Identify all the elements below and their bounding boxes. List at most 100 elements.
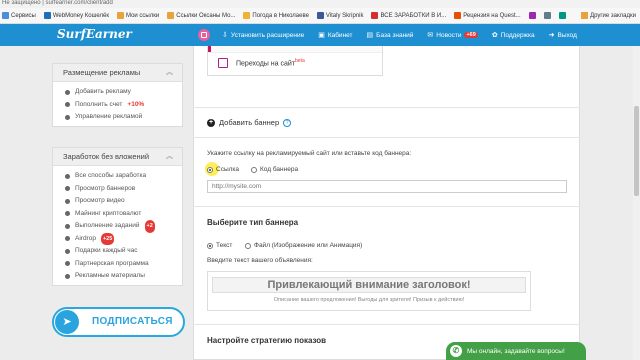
sidebar-item-add-ad[interactable]: Добавить рекламу [65,86,182,99]
banner-type-title: Выберите тип баннера [207,218,299,227]
main-content-panel [193,46,580,360]
nav-logout[interactable]: ➜ Выход [548,31,577,40]
book-icon: ▤ [366,32,374,39]
page-scrollbar[interactable] [633,46,640,360]
banner-preview: Привлекающий внимание заголовок! Описани… [207,271,531,311]
subscribe-label: ПОДПИСАТЬСЯ [92,316,173,327]
main-nav: ⇩ Установить расширение ▣ Кабинет ▤ База зн… [222,24,577,46]
radio-type-text[interactable]: Текст [207,242,232,249]
sidebar-item-video[interactable]: Просмотр видео [65,195,182,208]
news-count-badge: +69 [464,32,478,38]
lifebuoy-icon: ✿ [491,32,498,39]
radio-selected-icon [207,166,213,173]
radio-selected-icon [207,242,213,249]
strategy-title: Настройте стратегию показов [207,336,327,345]
divider [193,206,580,207]
collapse-chevron-icon[interactable]: ︽ [166,64,173,81]
folder-icon [117,12,125,19]
live-chat-button[interactable]: ✆ Мы онлайн, задавайте вопросы! [446,342,586,360]
weather-icon [243,12,251,19]
help-icon[interactable]: ? [283,118,292,127]
apps-icon [2,12,9,19]
bookmark-apps[interactable]: Сервисы [0,12,38,19]
parachute-icon [65,236,70,242]
sidebar-item-tasks[interactable]: Выполнение заданий +2 [65,220,182,233]
bookmark-webmoney[interactable]: WebMoney Кошелёк [42,12,111,19]
folder-icon [581,12,589,19]
ad-text-prompt: Введите текст вашего объявления: [207,257,313,264]
sidebar-item-mining[interactable]: Майнинг криптовалют [65,208,182,221]
site-header: SurfEarner ⇩ Установить расширение ▣ Кабин… [0,24,640,46]
sidebar-ads-header[interactable]: Размещение рекламы ︽ [53,64,182,82]
sidebar-item-airdrop[interactable]: Airdrop +25 [65,232,182,245]
list-icon [65,173,70,179]
divider [193,107,580,108]
site-icon [454,12,462,19]
divider [193,324,580,325]
eye-icon [65,186,70,192]
radio-type-file[interactable]: Файл (Изображение или Анимация) [245,242,362,249]
tasks-icon [65,223,70,229]
bookmark-oksana-links[interactable]: Ссылки Оксаны Мо... [165,12,237,19]
radio-banner-code[interactable]: Код баннера [251,166,298,173]
airdrop-count-badge: +25 [100,232,115,245]
site-icon [558,12,566,19]
play-icon [65,198,70,204]
radio-unselected-icon [245,242,251,249]
nav-cabinet[interactable]: ▣ Кабинет [318,31,352,40]
bonus-badge: +10% [127,100,145,108]
tasks-count-badge: +2 [144,220,155,233]
bookmark-all-earnings[interactable]: ВСЕ ЗАРАБОТКИ В И... [369,12,448,19]
logout-icon: ➜ [548,32,555,39]
webmoney-icon [43,12,51,19]
divider [193,137,580,138]
nav-news[interactable]: ✉ Новости +69 [427,31,478,39]
pickaxe-icon [65,211,70,217]
envelope-icon: ✉ [427,32,434,39]
menu-item-site-visits[interactable]: Переходы на сайтbeta [218,58,305,68]
gift-icon[interactable] [198,29,210,41]
sidebar-earn-panel: Заработок без вложений ︽ Все способы зара… [52,147,183,286]
scrollbar-thumb[interactable] [634,106,639,196]
sidebar-item-partner[interactable]: Партнерская программа [65,258,182,271]
sidebar-item-all-ways[interactable]: Все способы заработка [65,170,182,183]
sidebar-earn-header[interactable]: Заработок без вложений ︽ [53,148,182,166]
site-icon [371,12,379,19]
sidebar-item-promo-materials[interactable]: Рекламные материалы [65,270,182,283]
nav-install-extension[interactable]: ⇩ Установить расширение [222,31,304,40]
beta-badge: beta [295,58,305,65]
site-icon [528,12,536,19]
headline-input[interactable]: Привлекающий внимание заголовок! [212,277,526,293]
bookmarks-bar: Сервисы WebMoney Кошелёк Мои ссылки Ссыл… [0,8,640,24]
sidebar-item-topup[interactable]: Пополнить счет +10% [65,99,182,112]
radio-link[interactable]: Ссылка [207,166,239,173]
browser-address-bar[interactable]: Не защищено | surfearner.com/client/add [0,0,640,8]
bookmark-questions[interactable]: Рецензия на Quest... [452,12,522,19]
banner-url-input[interactable] [207,180,567,193]
send-icon [65,114,70,120]
image-icon [65,273,70,279]
nav-support[interactable]: ✿ Поддержка [491,31,535,40]
bookmark-vitaly[interactable]: Vitaly Skripnik [315,12,366,19]
sidebar-item-gifts[interactable]: Подарки каждый час [65,245,182,258]
bookmark-extra-2[interactable] [542,12,553,19]
folder-icon [167,12,175,19]
bookmark-my-links[interactable]: Мои ссылки [115,12,161,19]
nav-knowledge-base[interactable]: ▤ База знаний [366,31,414,40]
description-input[interactable]: Описание вашего предложения! Выгоды для … [208,297,530,303]
bookmark-weather[interactable]: Погода в Николаеве [241,12,310,19]
star-icon [65,261,70,267]
telegram-subscribe-button[interactable]: ➤ ПОДПИСАТЬСЯ [52,307,185,337]
sidebar-item-banners[interactable]: Просмотр баннеров [65,183,182,196]
add-banner-heading: + Добавить баннер ? [207,118,292,127]
external-link-icon [218,58,228,68]
bookmark-extra-1[interactable] [527,12,538,19]
site-logo[interactable]: SurfEarner [57,27,132,41]
sidebar-ads-panel: Размещение рекламы ︽ Добавить рекламу Поп… [52,63,183,127]
collapse-chevron-icon[interactable]: ︽ [166,148,173,165]
sidebar-item-manage-ads[interactable]: Управление рекламой [65,111,182,124]
whatsapp-icon: ✆ [450,345,462,357]
bookmark-extra-3[interactable] [557,12,568,19]
telegram-icon: ➤ [55,310,79,334]
other-bookmarks[interactable]: Другие закладки [581,12,640,19]
